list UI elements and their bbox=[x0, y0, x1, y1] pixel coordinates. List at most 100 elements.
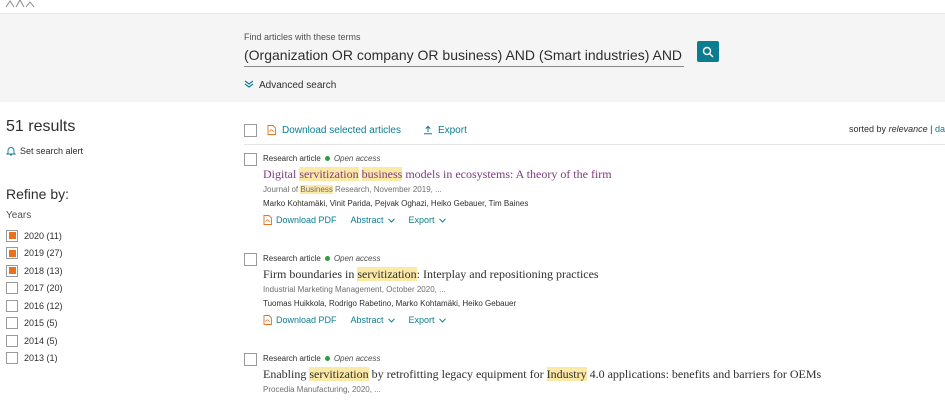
export-toggle[interactable]: Export bbox=[409, 215, 446, 225]
year-checkbox[interactable] bbox=[6, 317, 18, 330]
year-filter-2013[interactable]: 2013 (1) bbox=[6, 350, 206, 368]
abstract-toggle[interactable]: Abstract bbox=[351, 215, 395, 225]
open-access-label: Open access bbox=[333, 153, 381, 163]
download-selected-label: Download selected articles bbox=[282, 124, 401, 136]
year-label: 2017 (20) bbox=[24, 283, 63, 294]
year-filter-list: 2020 (11) 2019 (27) 2018 (13) 2017 (20) … bbox=[6, 227, 206, 367]
result-title-link[interactable]: Digital servitization business models in… bbox=[263, 167, 943, 181]
pdf-icon bbox=[263, 315, 272, 325]
year-checkbox[interactable] bbox=[6, 229, 18, 242]
sort-date-option[interactable]: da bbox=[935, 124, 945, 134]
result-source: Industrial Marketing Management, October… bbox=[263, 285, 446, 294]
sorted-by-label: sorted by bbox=[849, 124, 887, 134]
result-title-link[interactable]: Enabling servitization by retrofitting l… bbox=[263, 367, 943, 381]
year-checkbox[interactable] bbox=[6, 334, 18, 347]
title-text: : Interplay and repositioning practices bbox=[416, 267, 599, 281]
title-text: Enabling bbox=[263, 367, 310, 381]
article-type: Research article bbox=[263, 253, 321, 263]
set-search-alert-label: Set search alert bbox=[20, 146, 84, 156]
title-highlight: servitization bbox=[299, 167, 359, 181]
article-type: Research article bbox=[263, 353, 321, 363]
year-checkbox[interactable] bbox=[6, 352, 18, 365]
download-selected-button[interactable]: Download selected articles bbox=[267, 125, 401, 136]
export-label: Export bbox=[408, 315, 435, 325]
article-type: Research article bbox=[263, 153, 321, 163]
chevron-down-icon bbox=[244, 80, 254, 91]
title-highlight: servitization bbox=[357, 267, 417, 281]
results-toolbar: Download selected articles Export sorted… bbox=[244, 121, 945, 139]
pdf-icon bbox=[263, 215, 272, 225]
abstract-label: Abstract bbox=[350, 315, 384, 325]
open-access-label: Open access bbox=[333, 353, 381, 363]
title-highlight: business bbox=[361, 167, 403, 181]
export-label: Export bbox=[408, 215, 435, 225]
year-checkbox[interactable] bbox=[6, 282, 18, 295]
set-search-alert-link[interactable]: Set search alert bbox=[6, 146, 206, 156]
sort-separator: | bbox=[930, 124, 933, 134]
year-filter-2017[interactable]: 2017 (20) bbox=[6, 280, 206, 298]
abstract-toggle[interactable]: Abstract bbox=[351, 315, 395, 325]
result-actions: Download PDF Abstract Export bbox=[263, 314, 943, 326]
top-bar bbox=[0, 0, 945, 14]
sort-relevance-option[interactable]: relevance bbox=[889, 124, 928, 134]
toolbar-divider bbox=[244, 144, 945, 145]
download-pdf-button[interactable]: Download PDF bbox=[263, 315, 337, 325]
export-button[interactable]: Export bbox=[423, 125, 467, 136]
result-checkbox[interactable] bbox=[244, 153, 257, 166]
year-checkbox[interactable] bbox=[6, 264, 18, 277]
result-source: Journal of Business Research, November 2… bbox=[263, 184, 943, 195]
year-filter-2016[interactable]: 2016 (12) bbox=[6, 297, 206, 315]
title-highlight: Industry bbox=[546, 367, 587, 381]
title-text: by retrofitting legacy equipment for bbox=[368, 367, 547, 381]
year-filter-2014[interactable]: 2014 (5) bbox=[6, 332, 206, 350]
export-toggle[interactable]: Export bbox=[409, 315, 446, 325]
source-text: Journal of bbox=[263, 185, 301, 194]
year-filter-2018[interactable]: 2018 (13) bbox=[6, 262, 206, 280]
result-authors: Marko Kohtamäki, Vinit Parida, Pejvak Og… bbox=[263, 199, 529, 208]
download-pdf-label: Download PDF bbox=[276, 315, 337, 325]
year-filter-2020[interactable]: 2020 (11) bbox=[6, 227, 206, 245]
result-source: Procedia Manufacturing, 2020, ... bbox=[263, 385, 381, 394]
pdf-icon bbox=[267, 125, 276, 135]
find-label: Find articles with these terms bbox=[244, 32, 361, 42]
result-authors: Tuomas Huikkola, Rodrigo Rabetino, Marko… bbox=[263, 299, 517, 308]
advanced-search-label: Advanced search bbox=[259, 80, 337, 91]
year-label: 2013 (1) bbox=[24, 353, 58, 364]
abstract-label: Abstract bbox=[350, 215, 384, 225]
result-actions: Download PDF Abstract Export bbox=[263, 214, 943, 226]
result-checkbox[interactable] bbox=[244, 353, 257, 366]
year-filter-2019[interactable]: 2019 (27) bbox=[6, 245, 206, 263]
result-checkbox[interactable] bbox=[244, 253, 257, 266]
year-label: 2014 (5) bbox=[24, 335, 58, 346]
title-text: 4.0 applications: benefits and barriers … bbox=[586, 367, 822, 381]
chevron-down-icon bbox=[387, 317, 395, 323]
chevron-down-icon bbox=[438, 317, 446, 323]
search-button[interactable] bbox=[697, 41, 719, 62]
download-pdf-button[interactable]: Download PDF bbox=[263, 215, 337, 225]
chevron-down-icon bbox=[387, 217, 395, 223]
source-text: Research, November 2019, ... bbox=[332, 185, 442, 194]
result-title-link[interactable]: Firm boundaries in servitization: Interp… bbox=[263, 267, 943, 281]
year-label: 2018 (13) bbox=[24, 265, 63, 276]
title-highlight: servitization bbox=[309, 367, 369, 381]
result-meta: Research article Open access bbox=[263, 253, 943, 263]
year-label: 2020 (11) bbox=[24, 230, 62, 241]
download-pdf-label: Download PDF bbox=[276, 215, 337, 225]
years-heading: Years bbox=[6, 210, 32, 221]
select-all-checkbox[interactable] bbox=[244, 123, 257, 137]
title-text: models in ecosystems: A theory of the fi… bbox=[402, 167, 612, 181]
open-access-dot-icon bbox=[324, 255, 330, 261]
refine-heading: Refine by: bbox=[6, 186, 70, 202]
chevron-down-icon bbox=[438, 217, 446, 223]
refine-sidebar: 51 results Set search alert Refine by: Y… bbox=[6, 118, 206, 367]
advanced-search-toggle[interactable]: Advanced search bbox=[244, 80, 336, 91]
source-highlight: Business bbox=[300, 185, 333, 194]
publisher-logo[interactable] bbox=[4, 0, 44, 8]
year-checkbox[interactable] bbox=[6, 299, 18, 312]
open-access-label: Open access bbox=[333, 253, 381, 263]
open-access-dot-icon bbox=[324, 355, 330, 361]
year-filter-2015[interactable]: 2015 (5) bbox=[6, 315, 206, 333]
year-checkbox[interactable] bbox=[6, 247, 18, 260]
search-input[interactable]: (Organization OR company OR business) AN… bbox=[244, 45, 684, 67]
result-meta: Research article Open access bbox=[263, 153, 943, 163]
